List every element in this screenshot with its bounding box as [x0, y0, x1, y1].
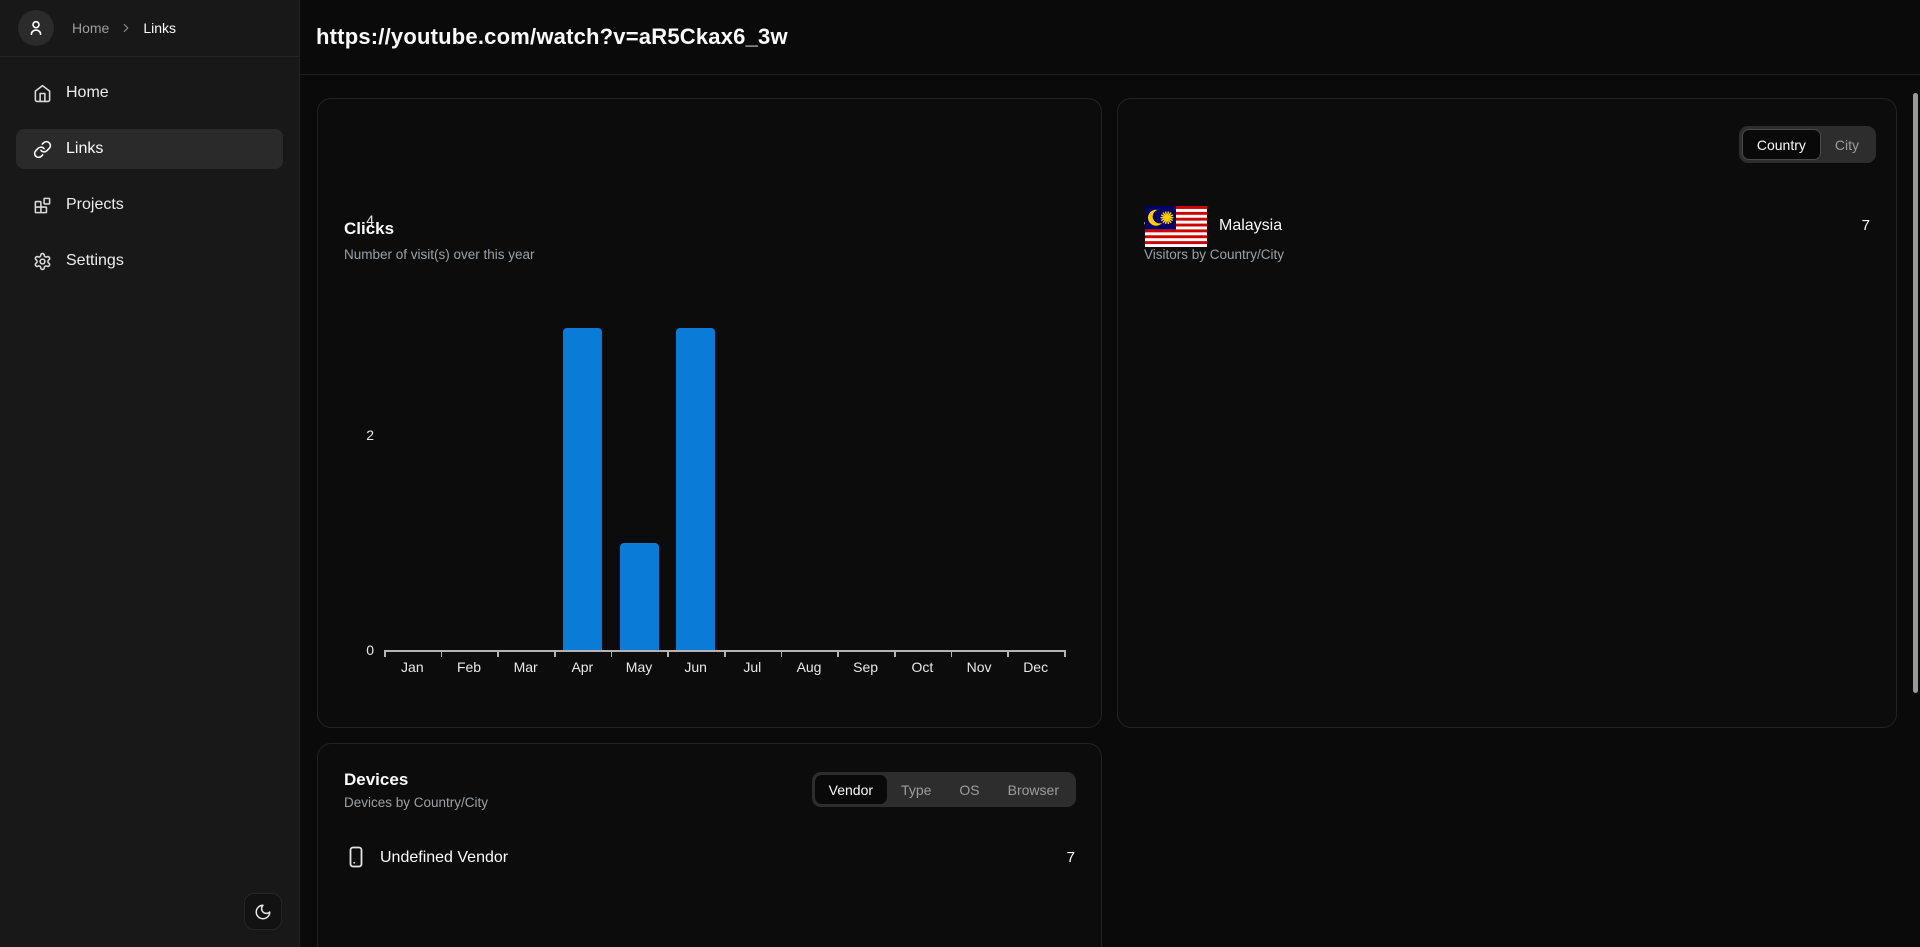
x-axis-label: May [611, 659, 668, 675]
chevron-right-icon [119, 21, 133, 35]
axis-tick [441, 650, 443, 657]
sidebar-nav: Home Links Projects Settings [0, 73, 299, 297]
sidebar: Home Links Home Links Projects [0, 0, 300, 947]
bar-jun[interactable] [676, 328, 715, 651]
x-axis-label: Feb [441, 659, 498, 675]
clicks-card: Clicks Number of visit(s) over this year… [317, 98, 1102, 728]
device-count: 7 [1067, 849, 1075, 866]
link-icon [33, 140, 52, 159]
moon-icon [254, 903, 272, 921]
sidebar-item-settings[interactable]: Settings [16, 241, 283, 281]
x-axis-label: Dec [1007, 659, 1064, 675]
breadcrumb: Home Links [72, 0, 176, 56]
user-icon [26, 18, 46, 38]
clicks-card-subtitle: Number of visit(s) over this year [344, 247, 535, 262]
bar-may[interactable] [620, 543, 659, 651]
gear-icon [33, 252, 52, 271]
x-axis-label: Nov [951, 659, 1008, 675]
x-axis-label: Jul [724, 659, 781, 675]
app-window: Home Links Home Links Projects [0, 0, 1920, 947]
main-content: https://youtube.com/watch?v=aR5Ckax6_3w … [300, 0, 1920, 947]
axis-tick [894, 650, 896, 657]
x-axis-label: Mar [497, 659, 554, 675]
y-axis-label: 0 [328, 641, 374, 659]
vertical-scrollbar[interactable] [1913, 93, 1918, 693]
visitors-card: Visitors Visitors by Country/City Countr… [1117, 98, 1897, 728]
country-city-toggle: Country City [1739, 126, 1876, 163]
blocks-icon [33, 196, 52, 215]
devices-tabs: Vendor Type OS Browser [812, 772, 1076, 807]
breadcrumb-current: Links [143, 20, 176, 36]
y-axis-label: 2 [328, 426, 374, 444]
tab-type[interactable]: Type [887, 775, 945, 804]
sidebar-item-label: Settings [66, 252, 124, 270]
x-axis-label: Jun [667, 659, 724, 675]
axis-tick [1064, 650, 1066, 657]
home-icon [33, 84, 52, 103]
axis-tick [554, 650, 556, 657]
sidebar-item-label: Links [66, 140, 103, 158]
x-axis-label: Aug [781, 659, 838, 675]
axis-tick [837, 650, 839, 657]
axis-tick [781, 650, 783, 657]
sidebar-item-links[interactable]: Links [16, 129, 283, 169]
sidebar-item-projects[interactable]: Projects [16, 185, 283, 225]
visitor-country-label: Malaysia [1219, 217, 1282, 235]
device-vendor-label: Undefined Vendor [380, 849, 508, 867]
x-axis-label: Oct [894, 659, 951, 675]
y-axis-label: 4 [328, 211, 374, 229]
main-header: https://youtube.com/watch?v=aR5Ckax6_3w [300, 0, 1920, 75]
breadcrumb-home[interactable]: Home [72, 20, 109, 36]
axis-tick [611, 650, 613, 657]
axis-tick [384, 650, 386, 657]
tab-os[interactable]: OS [945, 775, 993, 804]
devices-card-subtitle: Devices by Country/City [344, 795, 488, 810]
page-title: https://youtube.com/watch?v=aR5Ckax6_3w [316, 24, 788, 50]
axis-tick [1007, 650, 1009, 657]
axis-tick [724, 650, 726, 657]
avatar[interactable] [18, 10, 54, 46]
visitor-count: 7 [1862, 217, 1870, 234]
toggle-option-country[interactable]: Country [1742, 129, 1821, 160]
bar-apr[interactable] [563, 328, 602, 651]
devices-card: Devices Devices by Country/City Vendor T… [317, 743, 1102, 947]
x-axis-label: Sep [837, 659, 894, 675]
axis-tick [497, 650, 499, 657]
axis-tick [667, 650, 669, 657]
x-axis-label: Jan [384, 659, 441, 675]
sidebar-item-label: Home [66, 84, 109, 102]
axis-tick [951, 650, 953, 657]
tab-browser[interactable]: Browser [994, 775, 1073, 804]
devices-card-title: Devices [344, 770, 408, 790]
tab-vendor[interactable]: Vendor [815, 775, 887, 804]
sidebar-header: Home Links [0, 0, 299, 57]
smartphone-icon [344, 845, 368, 869]
x-axis-label: Apr [554, 659, 611, 675]
visitors-card-subtitle: Visitors by Country/City [1144, 247, 1284, 262]
sidebar-item-home[interactable]: Home [16, 73, 283, 113]
dark-mode-toggle[interactable] [244, 893, 282, 930]
toggle-option-city[interactable]: City [1821, 130, 1873, 159]
malaysia-flag-icon [1145, 206, 1207, 247]
sidebar-item-label: Projects [66, 196, 124, 214]
